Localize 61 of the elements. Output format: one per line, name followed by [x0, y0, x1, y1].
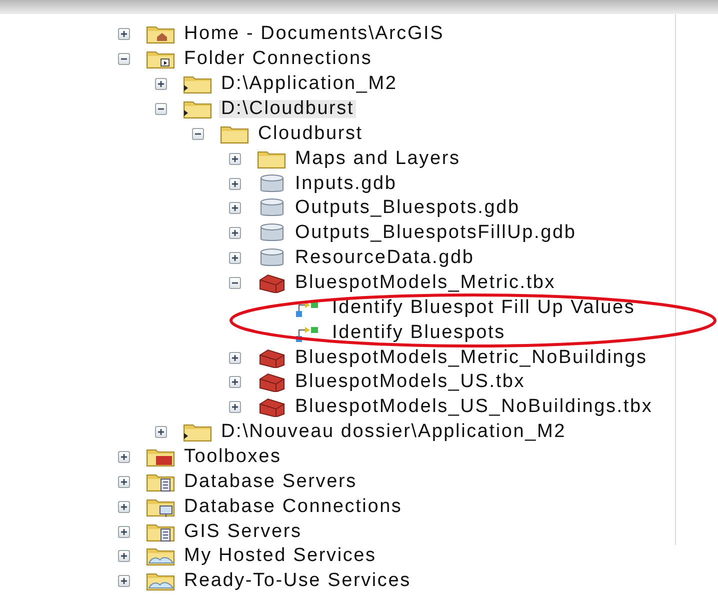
folder-icon: [146, 49, 176, 70]
folder-icon: [257, 148, 287, 169]
tree-item[interactable]: Maps and Layers: [293, 150, 462, 168]
expand-icon[interactable]: [118, 451, 130, 464]
expand-icon[interactable]: [155, 78, 167, 90]
toolbox-icon: [257, 397, 287, 418]
tree-item[interactable]: BluespotModels_Metric_NoBuildings: [293, 348, 650, 367]
tree-item[interactable]: D:\Application_M2: [219, 75, 400, 94]
tree-item[interactable]: BluespotModels_US.tbx: [293, 373, 528, 392]
collapse-icon[interactable]: [155, 103, 167, 115]
collapse-icon[interactable]: [192, 128, 204, 140]
expand-icon[interactable]: [229, 376, 241, 388]
expand-icon[interactable]: [118, 500, 130, 513]
toolbox-icon: [257, 372, 287, 392]
expand-icon[interactable]: [118, 526, 130, 538]
folder-icon: [146, 447, 176, 468]
tree-item[interactable]: Database Connections: [182, 498, 404, 516]
tree-item[interactable]: My Hosted Services: [182, 547, 378, 566]
expand-icon[interactable]: [229, 227, 241, 240]
tree-item[interactable]: Identify Bluespot Fill Up Values: [330, 298, 638, 317]
home-folder-icon: [146, 24, 176, 44]
tree-item[interactable]: BluespotModels_Metric.tbx: [293, 274, 558, 292]
tree-item[interactable]: Inputs.gdb: [293, 174, 399, 193]
tree-item[interactable]: Outputs_Bluespots.gdb: [293, 199, 522, 218]
toolbox-icon: [257, 348, 287, 368]
tree-item[interactable]: ResourceData.gdb: [293, 249, 476, 268]
folder-icon: [183, 74, 213, 94]
expand-icon[interactable]: [229, 202, 241, 214]
expand-icon[interactable]: [229, 152, 241, 165]
expand-icon[interactable]: [118, 476, 130, 488]
tree-item[interactable]: Database Servers: [182, 472, 359, 491]
expand-icon[interactable]: [229, 352, 241, 364]
cloud-folder-icon: [146, 571, 176, 592]
tree-item[interactable]: BluespotModels_US_NoBuildings.tbx: [293, 398, 655, 416]
tree-item[interactable]: Outputs_BluespotsFillUp.gdb: [293, 224, 578, 242]
monitor-folder-icon: [146, 496, 176, 517]
tree-item[interactable]: GIS Servers: [182, 522, 304, 541]
cloud-folder-icon: [146, 546, 176, 566]
expand-icon[interactable]: [118, 28, 130, 40]
tree-item[interactable]: D:\Nouveau dossier\Application_M2: [219, 423, 568, 442]
tree-item[interactable]: Identify Bluespots: [330, 324, 508, 342]
tree-item[interactable]: Folder Connections: [182, 50, 374, 68]
expand-icon[interactable]: [229, 401, 241, 414]
tree-item[interactable]: Cloudburst: [256, 124, 365, 143]
folder-icon: [183, 422, 213, 442]
server-folder-icon: [146, 522, 176, 542]
server-folder-icon: [146, 472, 176, 492]
folder-icon: [220, 124, 250, 144]
expand-icon[interactable]: [155, 426, 167, 438]
expand-icon[interactable]: [118, 575, 130, 588]
tree-item[interactable]: Home - Documents\ArcGIS: [182, 25, 446, 44]
toolbox-icon: [257, 273, 287, 294]
tree-item[interactable]: Toolboxes: [182, 448, 284, 466]
collapse-icon[interactable]: [229, 277, 241, 290]
tree-item[interactable]: D:\Cloudburst: [219, 100, 356, 118]
expand-icon[interactable]: [118, 550, 130, 562]
collapse-icon[interactable]: [118, 53, 130, 66]
expand-icon[interactable]: [229, 178, 241, 190]
expand-icon[interactable]: [229, 252, 241, 264]
tree-item[interactable]: Ready-To-Use Services: [182, 572, 413, 590]
folder-icon: [183, 99, 213, 119]
